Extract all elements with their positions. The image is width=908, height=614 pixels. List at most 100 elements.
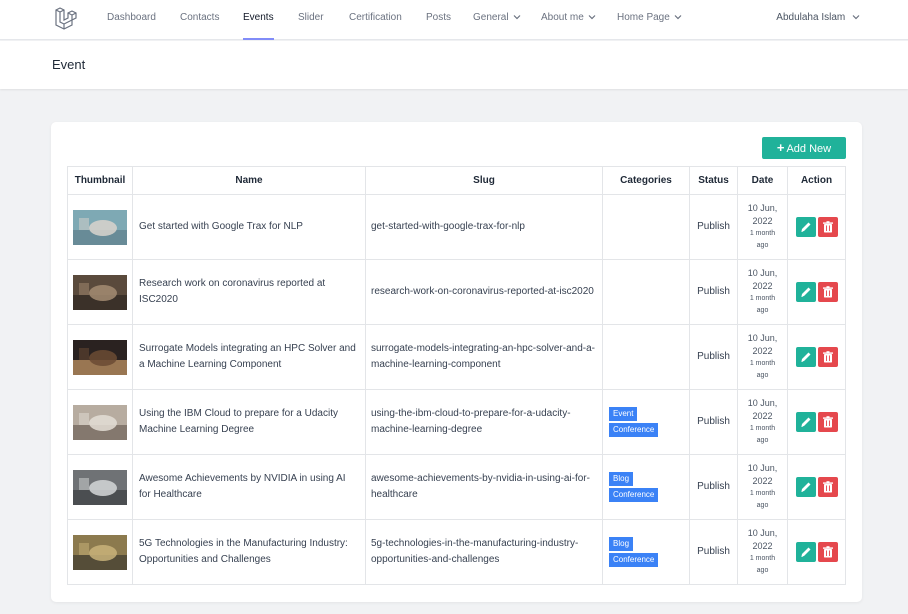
date-relative: 1 month ago <box>738 293 787 317</box>
slug-cell: awesome-achievements-by-nvidia-in-using-… <box>365 454 603 520</box>
user-menu[interactable]: Abdulaha Islam <box>776 0 860 40</box>
trash-icon <box>822 351 833 363</box>
delete-button[interactable] <box>817 542 838 562</box>
action-cell <box>787 389 846 455</box>
date-cell: 10 Jun, 2022 1 month ago <box>737 519 788 585</box>
categories-cell: Blog Conference <box>602 454 690 520</box>
pencil-icon <box>800 547 810 557</box>
delete-button[interactable] <box>817 412 838 432</box>
date-cell: 10 Jun, 2022 1 month ago <box>737 259 788 325</box>
edit-button[interactable] <box>795 347 816 367</box>
date-cell: 10 Jun, 2022 1 month ago <box>737 454 788 520</box>
date-year: 2022 <box>752 281 773 291</box>
slug-cell: surrogate-models-integrating-an-hpc-solv… <box>365 324 603 390</box>
chevron-down-icon <box>674 15 682 20</box>
nav-item-home-page[interactable]: Home Page <box>617 0 682 40</box>
nav-item-events[interactable]: Events <box>243 0 274 40</box>
category-badge: Conference <box>609 553 659 567</box>
thumbnail-cell <box>67 259 133 325</box>
thumbnail-cell <box>67 194 133 260</box>
laravel-logo-icon[interactable] <box>54 6 78 30</box>
edit-button[interactable] <box>795 282 816 302</box>
thumbnail-cell <box>67 324 133 390</box>
date-year: 2022 <box>752 476 773 486</box>
events-table: Thumbnail Name Slug Categories Status Date Act… <box>67 166 846 585</box>
date-relative-1: 1 month <box>749 425 776 432</box>
date-relative-2: ago <box>756 307 769 314</box>
categories-cell: Blog Conference <box>602 519 690 585</box>
status-cell: Publish <box>689 519 738 585</box>
slug-cell: 5g-technologies-in-the-manufacturing-ind… <box>365 519 603 585</box>
trash-icon <box>822 416 833 428</box>
delete-button[interactable] <box>817 347 838 367</box>
name-cell: Surrogate Models integrating an HPC Solv… <box>132 324 366 390</box>
thumbnail-image <box>73 404 127 440</box>
page-title: Event <box>52 57 86 72</box>
status-cell: Publish <box>689 454 738 520</box>
date-year: 2022 <box>752 541 773 551</box>
date-relative-2: ago <box>756 502 769 509</box>
date-relative-2: ago <box>756 242 769 249</box>
column-header-slug: Slug <box>365 166 603 195</box>
name-cell: Using the IBM Cloud to prepare for a Uda… <box>132 389 366 455</box>
table-row: Get started with Google Trax for NLP get-… <box>67 194 846 260</box>
nav-item-contacts[interactable]: Contacts <box>180 0 219 40</box>
edit-button[interactable] <box>795 412 816 432</box>
action-cell <box>787 454 846 520</box>
date-relative-1: 1 month <box>749 490 776 497</box>
delete-button[interactable] <box>817 477 838 497</box>
column-header-categories: Categories <box>602 166 690 195</box>
nav-item-posts[interactable]: Posts <box>426 0 451 40</box>
date-relative: 1 month ago <box>738 553 787 577</box>
name-cell: Awesome Achievements by NVIDIA in using … <box>132 454 366 520</box>
action-cell <box>787 259 846 325</box>
date-relative: 1 month ago <box>738 488 787 512</box>
pencil-icon <box>800 482 810 492</box>
add-new-button[interactable]: + Add New <box>762 137 846 159</box>
nav-item-about-me[interactable]: About me <box>541 0 596 40</box>
pencil-icon <box>800 222 810 232</box>
date-day: 10 Jun, <box>747 333 778 343</box>
nav-item-general[interactable]: General <box>473 0 521 40</box>
edit-button[interactable] <box>795 542 816 562</box>
nav-item-certification[interactable]: Certification <box>349 0 402 40</box>
nav-item-label: Contacts <box>180 12 220 23</box>
edit-button[interactable] <box>795 477 816 497</box>
trash-icon <box>822 286 833 298</box>
top-navbar: Dashboard Contacts Events Slider Certificati… <box>0 0 908 40</box>
status-cell: Publish <box>689 389 738 455</box>
date-relative-1: 1 month <box>749 230 776 237</box>
date-year: 2022 <box>752 346 773 356</box>
column-header-name: Name <box>132 166 366 195</box>
date-cell: 10 Jun, 2022 1 month ago <box>737 389 788 455</box>
delete-button[interactable] <box>817 217 838 237</box>
nav-item-label: Dashboard <box>107 12 156 23</box>
nav-item-dashboard[interactable]: Dashboard <box>107 0 156 40</box>
column-header-status: Status <box>689 166 738 195</box>
thumbnail-image <box>73 209 127 245</box>
table-header-row: Thumbnail Name Slug Categories Status Date Act… <box>67 166 846 195</box>
column-header-date: Date <box>737 166 788 195</box>
pencil-icon <box>800 417 810 427</box>
date-relative-2: ago <box>756 567 769 574</box>
date-cell: 10 Jun, 2022 1 month ago <box>737 324 788 390</box>
nav-item-label: About me <box>541 12 584 23</box>
category-badge: Conference <box>609 488 659 502</box>
edit-button[interactable] <box>795 217 816 237</box>
date-relative: 1 month ago <box>738 423 787 447</box>
status-cell: Publish <box>689 259 738 325</box>
thumbnail-cell <box>67 454 133 520</box>
table-row: Using the IBM Cloud to prepare for a Uda… <box>67 389 846 455</box>
nav-item-slider[interactable]: Slider <box>298 0 324 40</box>
name-cell: Get started with Google Trax for NLP <box>132 194 366 260</box>
events-card: + Add New Thumbnail Name Slug Categories Stat… <box>51 122 862 602</box>
delete-button[interactable] <box>817 282 838 302</box>
categories-cell <box>602 194 690 260</box>
slug-cell: get-started-with-google-trax-for-nlp <box>365 194 603 260</box>
date-relative-1: 1 month <box>749 295 776 302</box>
page-header: Event <box>0 41 908 89</box>
nav-item-label: General <box>473 12 509 23</box>
table-row: Research work on coronavirus reported at… <box>67 259 846 325</box>
thumbnail-cell <box>67 519 133 585</box>
pencil-icon <box>800 287 810 297</box>
